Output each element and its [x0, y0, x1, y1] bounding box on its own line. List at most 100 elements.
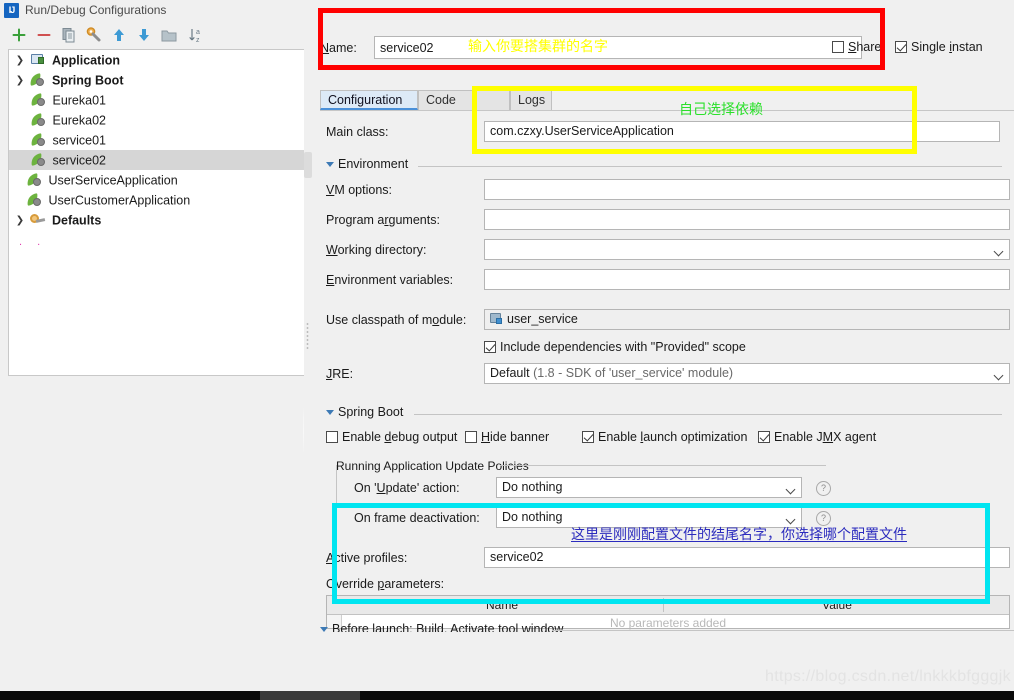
- intellij-idea-icon: IJ: [4, 3, 19, 18]
- enable-debug-output-box[interactable]: [326, 431, 338, 443]
- tree-item-userserviceapplication[interactable]: UserServiceApplication: [9, 170, 304, 190]
- include-provided-checkbox[interactable]: Include dependencies with "Provided" sco…: [484, 340, 746, 354]
- move-up-icon[interactable]: [110, 26, 128, 44]
- move-down-icon[interactable]: [135, 26, 153, 44]
- title-bar: IJ Run/Debug Configurations: [0, 0, 1014, 22]
- name-input[interactable]: [375, 37, 861, 58]
- share-checkbox[interactable]: Share: [832, 40, 881, 54]
- tree-item-defaults[interactable]: ❯ Defaults: [9, 210, 304, 230]
- remove-icon[interactable]: [35, 26, 53, 44]
- tree-item-application[interactable]: ❯ Application: [9, 50, 304, 70]
- on-update-action-label: On 'Update' action:: [354, 481, 460, 495]
- application-icon: [30, 53, 47, 67]
- share-checkbox-box[interactable]: [832, 41, 844, 53]
- active-profiles-label: Active profiles:: [326, 551, 408, 565]
- spring-icon: [31, 153, 48, 167]
- enable-jmx-agent-box[interactable]: [758, 431, 770, 443]
- panel-splitter[interactable]: [304, 22, 312, 632]
- bottom-strip: [0, 632, 1014, 700]
- blue-annotation-text: 这里是刚刚配置文件的结尾名字，你选择哪个配置文件: [571, 527, 907, 543]
- parameters-table-header: Name Value: [327, 596, 1009, 615]
- splitter-grip[interactable]: [306, 322, 309, 350]
- copy-icon[interactable]: [60, 26, 78, 44]
- chevron-down-icon[interactable]: [326, 410, 334, 416]
- chevron-right-icon[interactable]: ❯: [13, 51, 27, 71]
- jre-combo[interactable]: Default (1.8 - SDK of 'user_service' mod…: [484, 363, 1010, 384]
- tree-item-eureka01[interactable]: Eureka01: [9, 90, 304, 110]
- tree-item-service02[interactable]: service02: [9, 150, 304, 170]
- edit-templates-wrench-icon[interactable]: [85, 26, 103, 44]
- tab-code-coverage[interactable]: Code Coverage: [418, 90, 510, 126]
- main-class-row: Main class: com.czxy.UserServiceApplicat…: [320, 121, 1014, 143]
- tree-item-label: Application: [51, 53, 121, 68]
- tree-item-label: Eureka01: [52, 93, 106, 108]
- sort-alphabetically-icon[interactable]: az: [188, 26, 206, 44]
- vm-options-input[interactable]: [484, 179, 1010, 200]
- tree-item-service01[interactable]: service01: [9, 130, 304, 150]
- spring-boot-section-header[interactable]: Spring Boot: [326, 405, 1002, 419]
- single-instance-checkbox-box[interactable]: [895, 41, 907, 53]
- jre-row: JRE: Default (1.8 - SDK of 'user_service…: [320, 363, 1014, 385]
- spring-icon: [31, 113, 48, 127]
- tab-bar: Configuration Code Coverage Logs: [320, 90, 1014, 126]
- tree-item-label: Eureka02: [52, 113, 106, 128]
- use-classpath-combo[interactable]: user_service: [484, 309, 1010, 330]
- svg-text:a: a: [196, 29, 200, 36]
- active-profiles-input[interactable]: service02: [484, 547, 1010, 568]
- tree-item-spring-boot[interactable]: ❯ Spring Boot: [9, 70, 304, 90]
- single-instance-checkbox[interactable]: Single instan: [895, 40, 983, 54]
- window-title: Run/Debug Configurations: [25, 3, 167, 17]
- add-icon[interactable]: [10, 26, 28, 44]
- help-icon-on-update[interactable]: ?: [816, 481, 831, 496]
- configurations-panel: az ❯ Application ❯ Spring Boot Eureka01 …: [0, 22, 323, 632]
- run-debug-configurations-dialog: IJ Run/Debug Configurations a z ❯ Applic…: [0, 0, 1014, 700]
- yellow-annotation-text: 输入你要搭集群的名字: [468, 39, 608, 55]
- tab-logs[interactable]: Logs: [510, 90, 552, 110]
- tree-item-label: UserCustomerApplication: [48, 193, 191, 208]
- use-classpath-label: Use classpath of module:: [326, 313, 467, 327]
- chevron-down-icon[interactable]: ❯: [13, 71, 27, 91]
- configurations-toolbar: az: [0, 22, 310, 48]
- tree-item-label: service01: [52, 133, 106, 148]
- environment-variables-label: Environment variables:: [326, 273, 454, 287]
- chevron-down-icon[interactable]: [326, 162, 334, 168]
- tab-configuration[interactable]: Configuration: [320, 90, 418, 110]
- main-class-input[interactable]: com.czxy.UserServiceApplication: [484, 121, 1000, 142]
- enable-jmx-agent-checkbox[interactable]: Enable JMX agent: [758, 430, 876, 444]
- include-provided-row: Include dependencies with "Provided" sco…: [484, 337, 746, 359]
- override-parameters-label: Override parameters:: [326, 577, 445, 591]
- green-annotation-text: 自己选择依赖: [679, 102, 763, 118]
- name-row: Name: Share Single instan: [320, 36, 1014, 62]
- vm-options-row: VM options:: [320, 179, 1014, 201]
- chevron-right-icon[interactable]: ❯: [13, 211, 27, 231]
- svg-text:z: z: [196, 37, 200, 44]
- tree-item-usercustomerapplication[interactable]: UserCustomerApplication: [9, 190, 304, 210]
- tree-item-eureka02[interactable]: Eureka02: [9, 110, 304, 130]
- enable-launch-optimization-box[interactable]: [582, 431, 594, 443]
- environment-variables-input[interactable]: [484, 269, 1010, 290]
- enable-launch-optimization-checkbox[interactable]: Enable launch optimization: [582, 430, 747, 444]
- tree-item-label: service02: [52, 153, 106, 168]
- parameters-column-value[interactable]: Value: [664, 596, 1010, 614]
- on-update-action-combo[interactable]: Do nothing: [496, 477, 802, 498]
- spring-icon: [30, 73, 47, 87]
- new-folder-icon[interactable]: [160, 26, 178, 44]
- module-icon: [490, 313, 503, 324]
- environment-section-header[interactable]: Environment: [326, 157, 1002, 171]
- group-divider: [500, 465, 826, 466]
- name-input-wrapper[interactable]: [374, 36, 862, 59]
- program-arguments-input[interactable]: [484, 209, 1010, 230]
- spring-icon: [27, 173, 44, 187]
- working-directory-input[interactable]: [484, 239, 1010, 260]
- hide-banner-box[interactable]: [465, 431, 477, 443]
- enable-debug-output-checkbox[interactable]: Enable debug output: [326, 430, 457, 444]
- splitter-collapse-handle[interactable]: [304, 152, 312, 178]
- parameters-column-name[interactable]: Name: [341, 596, 663, 614]
- override-parameters-row: Override parameters:: [320, 573, 1014, 595]
- hide-banner-checkbox[interactable]: Hide banner: [465, 430, 549, 444]
- configurations-tree[interactable]: ❯ Application ❯ Spring Boot Eureka01 Eur…: [8, 49, 305, 376]
- use-classpath-row: Use classpath of module: user_service: [320, 309, 1014, 331]
- tree-item-label: Spring Boot: [51, 73, 124, 88]
- include-provided-checkbox-box[interactable]: [484, 341, 496, 353]
- tree-artifact-marks: . .: [19, 236, 47, 248]
